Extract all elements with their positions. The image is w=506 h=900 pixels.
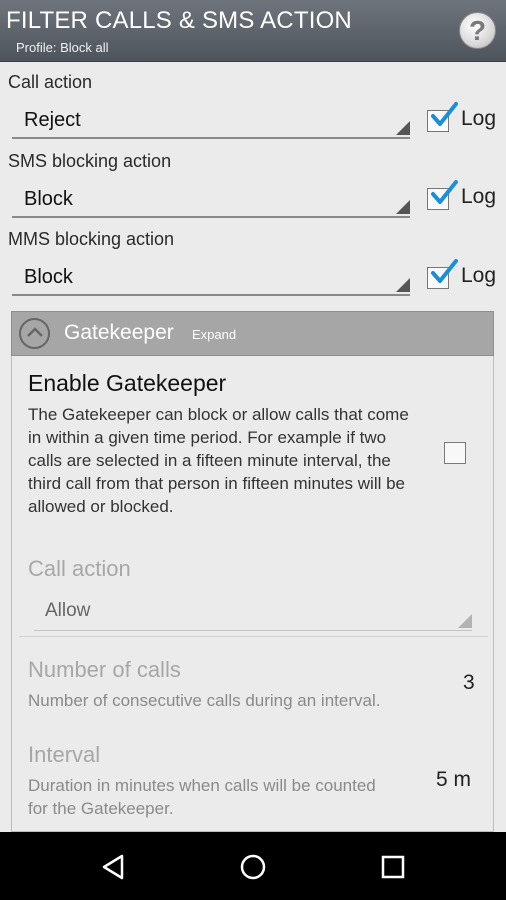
log-label: Log [461,107,497,130]
mms-action-value: Block [24,266,73,288]
dropdown-arrow-icon [396,200,410,214]
dropdown-arrow-icon [396,121,410,135]
interval-label: Interval [28,742,101,767]
number-of-calls-value[interactable]: 3 [463,671,475,695]
call-action-dropdown[interactable]: Reject [12,109,410,139]
gatekeeper-call-action-value: Allow [45,600,91,621]
sms-log-checkbox[interactable]: Log [427,180,502,213]
sms-action-label: SMS blocking action [8,151,172,171]
interval-description: Duration in minutes when calls will be c… [28,776,376,818]
mms-log-checkbox[interactable]: Log [427,259,502,292]
mms-action-dropdown[interactable]: Block [12,266,410,296]
dropdown-arrow-icon [396,278,410,292]
log-label: Log [461,264,497,287]
gatekeeper-expand-label[interactable]: Expand [192,327,236,342]
checkmark-icon [431,102,458,126]
page-title: FILTER CALLS & SMS ACTION [6,7,352,34]
sms-action-value: Block [24,188,73,210]
home-icon[interactable] [236,850,270,884]
interval-value[interactable]: 5 m [436,768,471,792]
gatekeeper-call-action-dropdown[interactable]: Allow [34,597,472,631]
checkmark-icon [431,259,458,283]
profile-subtitle: Profile: Block all [16,40,109,55]
recents-icon[interactable] [376,850,410,884]
back-icon[interactable] [96,850,130,884]
title-bar: FILTER CALLS & SMS ACTION Profile: Block… [0,0,506,62]
gatekeeper-call-action-label: Call action [28,556,131,581]
dropdown-arrow-icon [458,614,472,628]
call-action-label: Call action [8,72,93,92]
help-icon[interactable]: ? [459,12,496,49]
gatekeeper-title: Gatekeeper [64,321,174,344]
mms-action-label: MMS blocking action [8,229,175,249]
sms-action-dropdown[interactable]: Block [12,188,410,218]
enable-gatekeeper-description: The Gatekeeper can block or allow calls … [28,405,409,516]
enable-gatekeeper-checkbox[interactable] [444,442,466,464]
divider [19,636,488,637]
checkmark-icon [431,180,458,204]
chevron-up-icon[interactable] [19,318,50,349]
number-of-calls-label: Number of calls [28,657,181,682]
call-action-value: Reject [24,109,81,131]
number-of-calls-description: Number of consecutive calls during an in… [28,691,381,710]
navigation-bar [0,832,506,900]
log-label: Log [461,185,497,208]
gatekeeper-header[interactable]: Gatekeeper Expand [11,311,494,356]
enable-gatekeeper-title: Enable Gatekeeper [28,370,227,396]
call-log-checkbox[interactable]: Log [427,102,502,135]
